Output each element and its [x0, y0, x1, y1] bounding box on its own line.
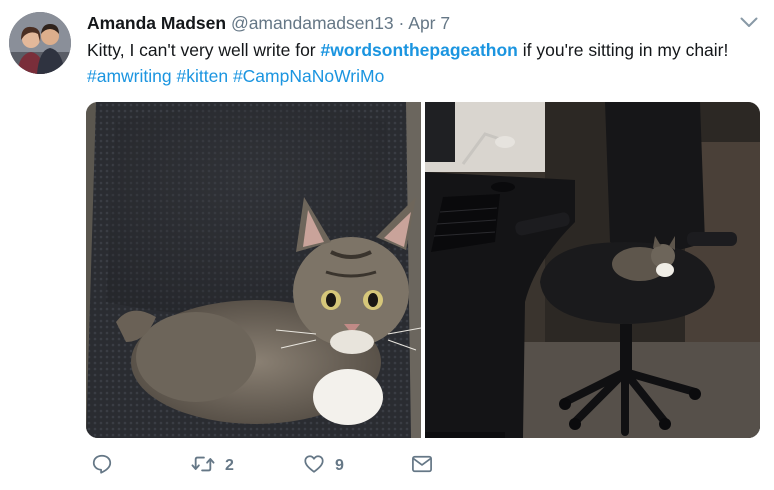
- retweet-count: 2: [225, 457, 234, 474]
- hashtag-link[interactable]: #kitten: [177, 66, 229, 86]
- tweet-media: [86, 102, 760, 438]
- tweet-text-part: Kitty, I can't very well write for: [87, 40, 321, 60]
- chevron-down-icon[interactable]: [738, 13, 760, 31]
- hashtag-link[interactable]: #amwriting: [87, 66, 172, 86]
- tweet-date[interactable]: Apr 7: [408, 13, 450, 33]
- hashtag-link[interactable]: #wordsonthepageathon: [321, 40, 518, 60]
- reply-button[interactable]: [91, 454, 113, 478]
- reply-icon: [91, 453, 113, 480]
- retweet-button[interactable]: 2: [191, 454, 234, 478]
- tweet-text-part: if you're sitting in my chair!: [517, 40, 729, 60]
- author-handle[interactable]: @amandamadsen13: [231, 13, 394, 33]
- retweet-icon: [191, 453, 215, 480]
- direct-message-button[interactable]: [411, 454, 433, 478]
- author-avatar[interactable]: [9, 12, 71, 74]
- tweet-text: Kitty, I can't very well write for #word…: [87, 37, 757, 89]
- author-name[interactable]: Amanda Madsen: [87, 13, 226, 33]
- tweet-actions: 2 9: [88, 454, 448, 478]
- heart-icon: [303, 453, 325, 480]
- hashtag-link[interactable]: #CampNaNoWriMo: [233, 66, 384, 86]
- tweet-header: Amanda Madsen @amandamadsen13 · Apr 7: [87, 12, 450, 34]
- header-separator: ·: [398, 13, 405, 33]
- photo-kitten-on-office-chair[interactable]: [425, 102, 760, 438]
- photo-kitten-closeup[interactable]: [86, 102, 421, 438]
- envelope-icon: [411, 454, 433, 479]
- like-count: 9: [335, 457, 344, 474]
- like-button[interactable]: 9: [303, 454, 344, 478]
